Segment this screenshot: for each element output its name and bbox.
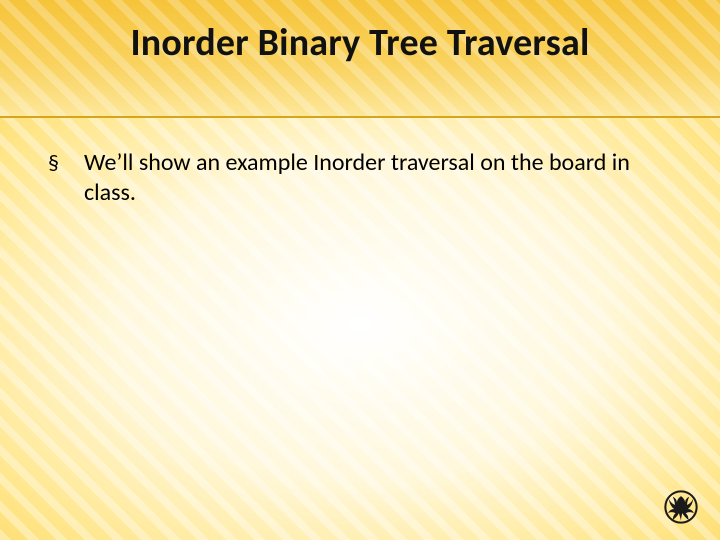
bullet-item: § We’ll show an example Inorder traversa… <box>48 148 672 208</box>
bullet-marker: § <box>48 148 66 178</box>
ucf-pegasus-logo-icon <box>664 490 698 524</box>
bullet-text: We’ll show an example Inorder traversal … <box>84 148 672 208</box>
slide-title: Inorder Binary Tree Traversal <box>0 20 720 66</box>
slide-body: § We’ll show an example Inorder traversa… <box>48 148 672 208</box>
slide: Inorder Binary Tree Traversal § We’ll sh… <box>0 0 720 540</box>
